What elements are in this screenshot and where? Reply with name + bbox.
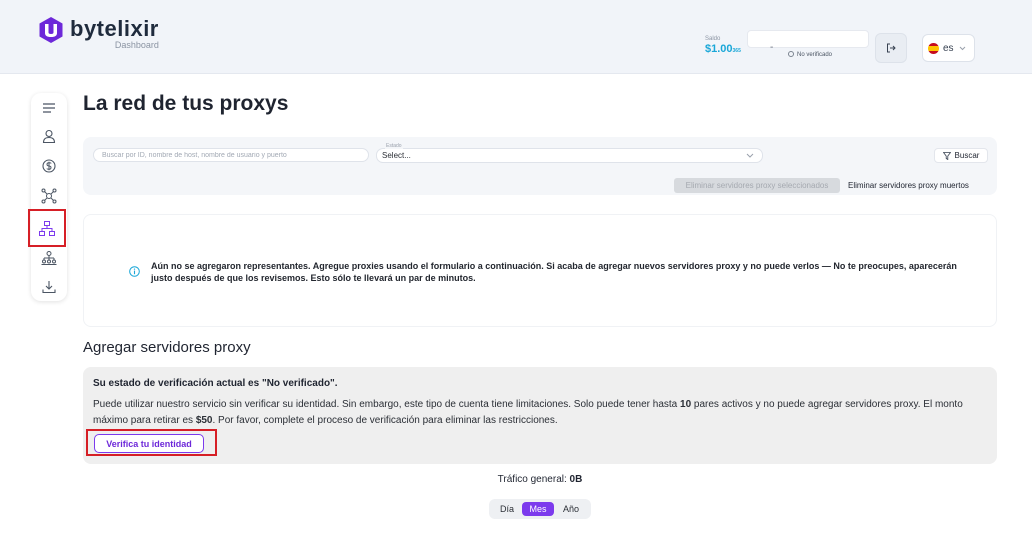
menu-icon: [43, 103, 55, 113]
empty-state-message: Aún no se agregaron representantes. Agre…: [151, 261, 957, 283]
language-selector[interactable]: es: [922, 34, 975, 62]
sidebar-item-menu[interactable]: [31, 93, 67, 123]
download-icon: [42, 281, 56, 294]
team-icon: [41, 251, 57, 265]
period-year-button[interactable]: Año: [556, 502, 586, 516]
period-month-button[interactable]: Mes: [522, 502, 554, 516]
page-title: La red de tus proxys: [83, 92, 289, 115]
search-button[interactable]: Buscar: [934, 148, 988, 163]
brand-name: bytelixir: [70, 16, 159, 41]
verification-dash: -: [770, 42, 774, 53]
verification-heading: Su estado de verificación actual es "No …: [93, 378, 338, 389]
spain-flag-icon: [928, 42, 939, 54]
sidebar-item-network[interactable]: [31, 181, 67, 211]
verification-field: [747, 30, 869, 48]
verification-panel: Su estado de verificación actual es "No …: [83, 367, 997, 464]
sidebar-item-billing[interactable]: [31, 151, 67, 181]
language-code: es: [943, 42, 954, 54]
balance-currency: 365: [732, 48, 741, 54]
status-select[interactable]: Estado Select...: [376, 143, 763, 163]
verify-button-highlight: Verifica tu identidad: [86, 429, 217, 456]
active-pairs-limit: 10: [680, 399, 692, 410]
status-select-value: Select...: [382, 151, 411, 160]
logout-button[interactable]: [875, 33, 907, 63]
general-traffic: Tráfico general: 0B: [497, 474, 583, 485]
chevron-down-icon: [959, 46, 965, 50]
sidebar-item-download[interactable]: [31, 272, 67, 302]
status-select-label: Estado: [385, 143, 403, 149]
chevron-down-icon: [746, 153, 754, 158]
sidebar-item-profile[interactable]: [31, 121, 67, 151]
sidebar-item-proxies[interactable]: [28, 209, 66, 247]
info-icon: [129, 266, 140, 277]
logout-icon: [887, 43, 896, 53]
empty-state-panel: Aún no se agregaron representantes. Agre…: [83, 214, 997, 327]
user-icon: [42, 129, 56, 143]
verify-identity-button[interactable]: Verifica tu identidad: [94, 434, 204, 453]
period-toggle: Día Mes Año: [489, 499, 591, 519]
search-input[interactable]: [93, 148, 369, 162]
filter-icon: [942, 151, 951, 160]
add-proxies-title: Agregar servidores proxy: [83, 339, 251, 356]
clock-icon: [788, 51, 794, 57]
delete-selected-button[interactable]: Eliminar servidores proxy seleccionados: [674, 178, 840, 193]
verification-body: Puede utilizar nuestro servicio sin veri…: [93, 399, 963, 426]
dollar-icon: [42, 159, 56, 173]
verification-widget: - No verificado: [747, 30, 869, 66]
network-icon: [41, 188, 57, 204]
balance-value: $1.00365: [705, 43, 741, 55]
bytelixir-logo-icon: [39, 17, 63, 43]
max-withdraw-amount: $50: [195, 414, 213, 426]
search-button-label: Buscar: [954, 151, 980, 160]
verification-status: No verificado: [788, 51, 832, 58]
period-day-button[interactable]: Día: [493, 502, 521, 516]
top-header: bytelixir Dashboard Saldo $1.00365 - No …: [0, 0, 1032, 74]
delete-dead-button[interactable]: Eliminar servidores proxy muertos: [848, 178, 982, 193]
sitemap-icon: [39, 220, 55, 236]
filter-panel: Estado Select... Buscar Eliminar servido…: [83, 137, 997, 195]
sidebar-nav: [28, 93, 67, 302]
balance-label: Saldo: [705, 36, 721, 42]
balance-widget: Saldo $1.00365: [705, 36, 741, 55]
brand-logo[interactable]: bytelixir Dashboard: [38, 16, 159, 50]
sidebar-item-referrals[interactable]: [31, 243, 67, 273]
traffic-value: 0B: [569, 474, 583, 485]
